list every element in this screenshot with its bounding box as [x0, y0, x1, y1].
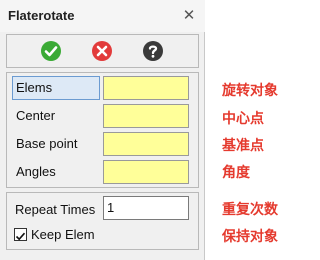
flaterotate-panel: Flaterotate ✕ Elems Center Base point An… [0, 0, 205, 260]
repeat-times-input[interactable]: 1 [103, 196, 189, 220]
repeat-times-label: Repeat Times [15, 202, 96, 217]
center-field[interactable] [103, 104, 189, 128]
elems-field[interactable] [103, 76, 189, 100]
annotation-center: 中心点 [222, 111, 264, 127]
annotation-repeat-times: 重复次数 [222, 202, 278, 218]
help-button[interactable] [142, 40, 164, 62]
checkmark-icon [15, 232, 26, 241]
annotation-base-point: 基准点 [222, 138, 264, 154]
elems-label[interactable]: Elems [12, 76, 100, 100]
annotation-elems: 旋转对象 [222, 83, 278, 99]
annotation-angles: 角度 [222, 165, 250, 181]
angles-label[interactable]: Angles [12, 160, 100, 184]
keep-elem-checkbox[interactable] [14, 228, 27, 241]
keep-elem-label: Keep Elem [31, 227, 95, 242]
panel-title: Flaterotate [8, 8, 75, 23]
check-icon [41, 41, 61, 61]
action-toolbar [6, 34, 199, 68]
confirm-button[interactable] [40, 40, 62, 62]
angles-field[interactable] [103, 160, 189, 184]
cancel-button[interactable] [91, 40, 113, 62]
base-point-label[interactable]: Base point [12, 132, 100, 156]
options-group: Repeat Times 1 Keep Elem [6, 192, 199, 250]
base-point-field[interactable] [103, 132, 189, 156]
cancel-icon [92, 41, 112, 61]
center-label[interactable]: Center [12, 104, 100, 128]
help-icon [143, 41, 163, 61]
title-bar: Flaterotate ✕ [0, 0, 205, 32]
close-icon[interactable]: ✕ [182, 7, 196, 23]
input-fields-group: Elems Center Base point Angles [6, 72, 199, 188]
annotation-keep-elem: 保持对象 [222, 229, 278, 245]
